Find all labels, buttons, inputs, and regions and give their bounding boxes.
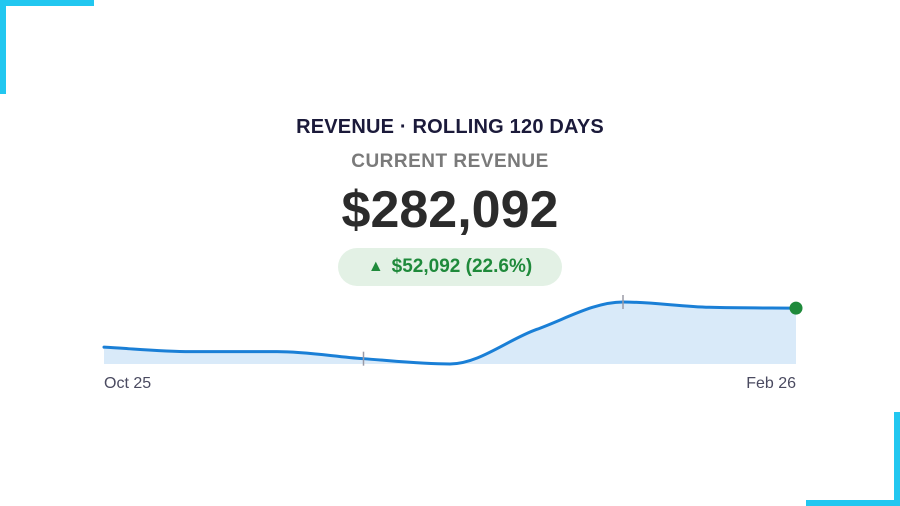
sparkline-end-marker — [789, 301, 803, 315]
x-axis-end-label: Feb 26 — [746, 375, 796, 392]
x-axis-start-label: Oct 25 — [104, 375, 151, 392]
sparkline-area — [104, 302, 796, 364]
sparkline-chart: Oct 25 Feb 26 — [102, 295, 803, 392]
